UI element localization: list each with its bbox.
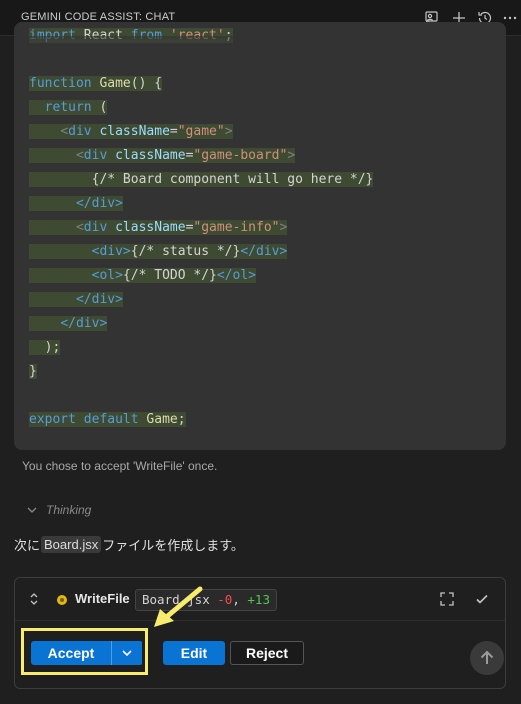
thinking-toggle[interactable]: Thinking [26, 503, 91, 517]
code-line: <div className="game-board"> [29, 144, 373, 168]
message-text-after: ファイルを作成します。 [102, 538, 244, 553]
code-line: <div>{/* status */}</div> [29, 240, 373, 264]
accept-split-button: Accept [31, 641, 143, 665]
status-message: You chose to accept 'WriteFile' once. [22, 459, 218, 473]
reject-button[interactable]: Reject [230, 641, 304, 665]
code-line: {/* Board component will go here */} [29, 168, 374, 192]
thinking-label: Thinking [46, 503, 92, 517]
code-line: <div className="game-info"> [29, 216, 373, 240]
accept-button[interactable]: Accept [31, 641, 111, 665]
tool-call-card: WriteFile Board.jsx -0, +13 Accept Edit … [14, 577, 506, 689]
edit-button[interactable]: Edit [163, 641, 225, 665]
pending-status-icon [57, 595, 67, 605]
inline-code-filename: Board.jsx [41, 536, 102, 553]
code-line: <div className="game"> [29, 120, 373, 144]
tool-card-header: WriteFile Board.jsx -0, +13 [15, 578, 505, 621]
fullscreen-icon[interactable] [439, 591, 455, 607]
message-text-before: 次に [14, 538, 41, 553]
check-icon[interactable] [474, 591, 490, 607]
code-line: ); [29, 336, 373, 360]
code-line: </div> [29, 192, 373, 216]
file-diff-chip[interactable]: Board.jsx -0, +13 [135, 589, 277, 611]
code-line: export default Game; [29, 412, 186, 427]
code-line: return ( [29, 96, 373, 120]
chevron-down-icon [27, 507, 37, 513]
code-line: <ol>{/* TODO */}</ol> [29, 264, 373, 288]
code-line: </div> [29, 288, 373, 312]
code-line: import React from 'react'; [29, 28, 233, 43]
chevron-down-icon [122, 650, 132, 657]
code-line: } [29, 364, 37, 379]
code-line: </div> [29, 312, 373, 336]
scroll-to-top-button[interactable] [470, 641, 504, 675]
expand-collapse-icon[interactable] [27, 591, 41, 607]
code-line: function Game() { [29, 76, 163, 91]
tool-name: WriteFile [75, 591, 130, 606]
code-block: import React from 'react'; function Game… [14, 22, 506, 450]
assistant-message: 次に Board.jsx ファイルを作成します。 [14, 535, 244, 554]
accept-options-button[interactable] [111, 641, 142, 665]
arrow-up-icon [480, 650, 494, 664]
